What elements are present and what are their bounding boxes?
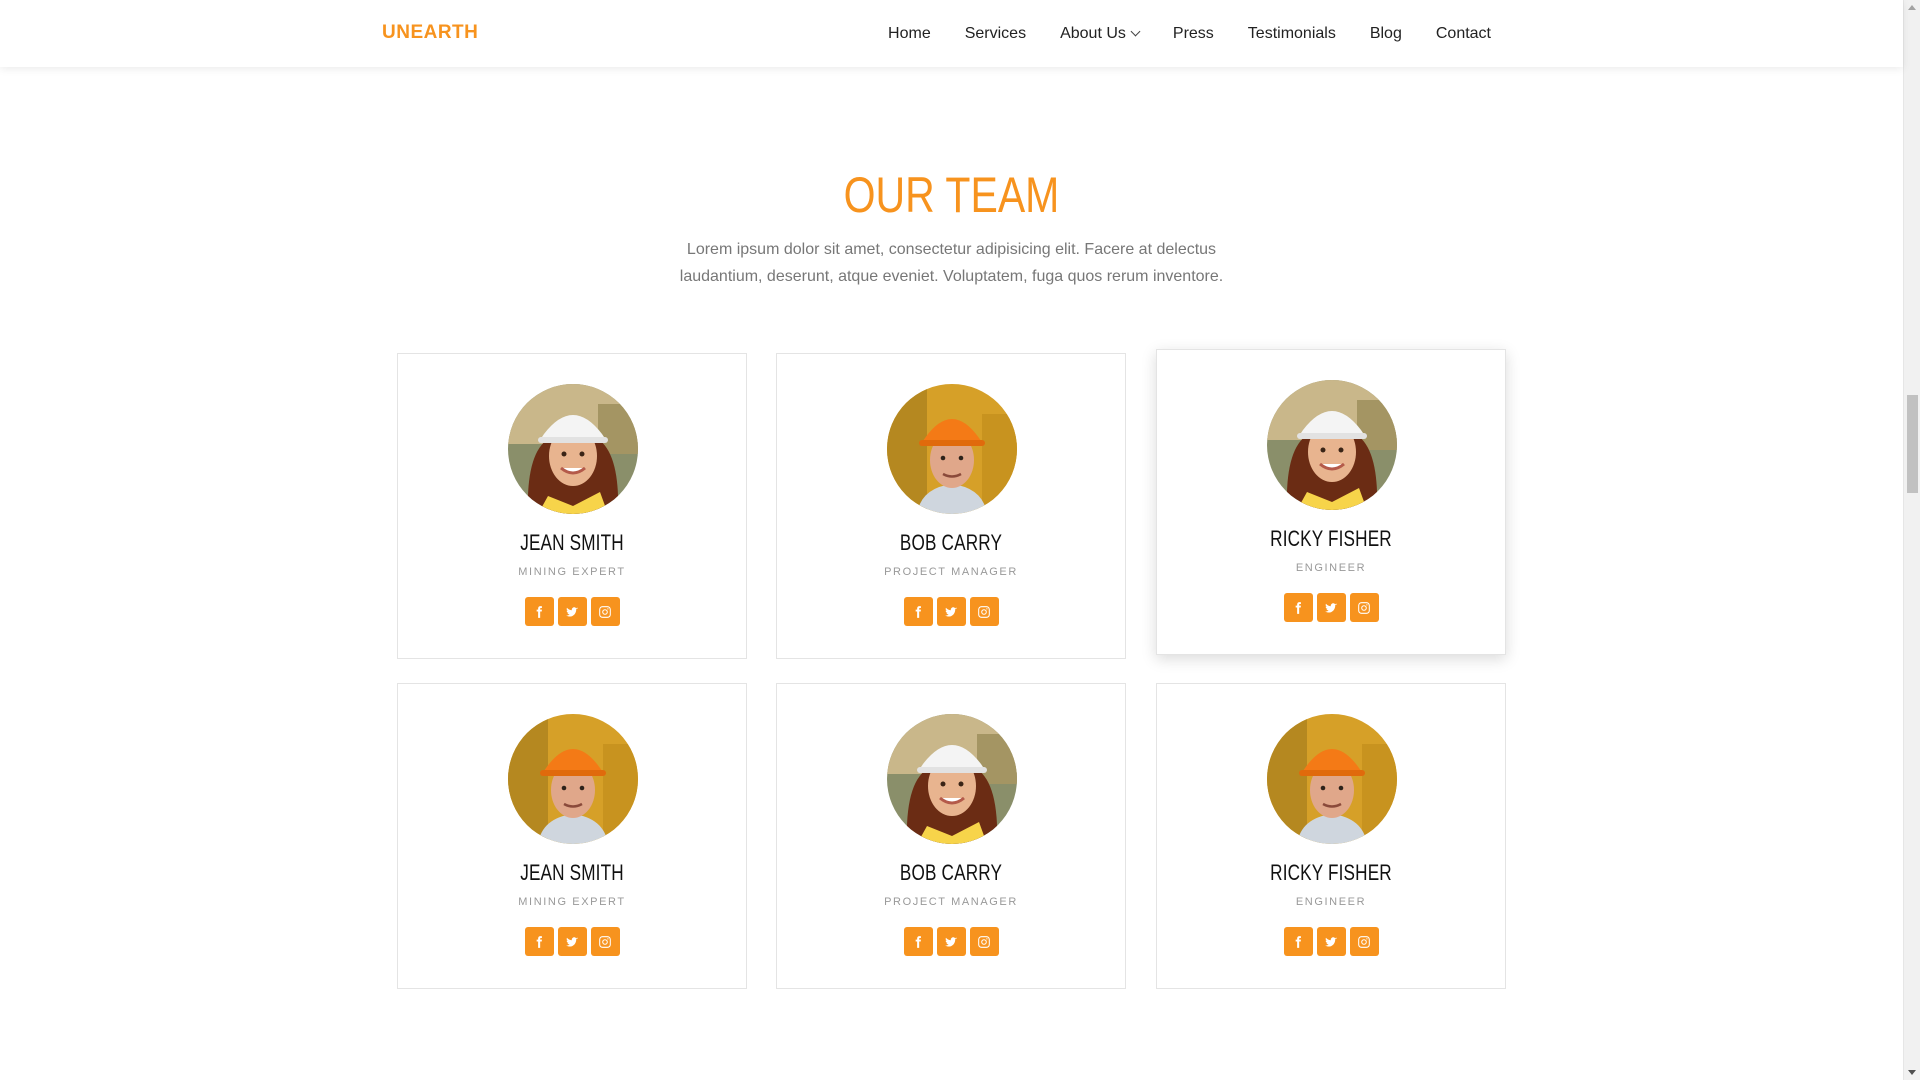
facebook-button[interactable]: [903, 927, 933, 956]
scrollbar[interactable]: [1903, 0, 1920, 1080]
nav-press[interactable]: Press: [1173, 25, 1214, 43]
instagram-button[interactable]: [969, 927, 999, 956]
facebook-button[interactable]: [1283, 927, 1313, 956]
nav-press-label: Press: [1172, 24, 1214, 42]
scroll-thumb[interactable]: [1907, 395, 1918, 493]
main-nav: Home Services About Us Press Testimonial…: [888, 0, 1491, 67]
twitter-icon: [1324, 935, 1338, 949]
facebook-icon: [911, 605, 925, 619]
facebook-icon: [1291, 935, 1305, 949]
member-name: RICKY FISHER: [1270, 860, 1392, 885]
member-role: PROJECT MANAGER: [884, 896, 1018, 908]
twitter-button[interactable]: [936, 927, 966, 956]
twitter-button[interactable]: [936, 597, 966, 626]
member-photo: [1267, 380, 1397, 510]
member-name: BOB CARRY: [899, 860, 1003, 885]
facebook-icon: [532, 605, 546, 619]
member-role: MINING EXPERT: [518, 566, 626, 578]
facebook-icon: [1291, 601, 1305, 615]
instagram-button[interactable]: [1349, 927, 1379, 956]
nav-testimonials[interactable]: Testimonials: [1248, 25, 1336, 43]
member-photo: [508, 714, 638, 844]
social-links: [777, 927, 1125, 956]
twitter-icon: [1324, 601, 1338, 615]
team-member-card: JEAN SMITH MINING EXPERT: [397, 353, 747, 659]
team-member-card: JEAN SMITH MINING EXPERT: [397, 683, 747, 989]
nav-home[interactable]: Home: [888, 25, 931, 43]
social-links: [777, 597, 1125, 626]
member-photo: [887, 384, 1017, 514]
instagram-icon: [977, 935, 991, 949]
member-role: PROJECT MANAGER: [884, 566, 1018, 578]
instagram-button[interactable]: [969, 597, 999, 626]
member-role: ENGINEER: [1295, 562, 1367, 574]
chevron-down-icon: [1130, 26, 1141, 37]
instagram-button[interactable]: [590, 597, 620, 626]
instagram-button[interactable]: [590, 927, 620, 956]
facebook-icon: [911, 935, 925, 949]
instagram-icon: [598, 935, 612, 949]
social-links: [1157, 593, 1505, 622]
twitter-icon: [565, 605, 579, 619]
social-links: [398, 597, 746, 626]
nav-testimonials-label: Testimonials: [1247, 24, 1336, 42]
instagram-icon: [1357, 601, 1371, 615]
instagram-icon: [977, 605, 991, 619]
member-photo: [1267, 714, 1397, 844]
twitter-icon: [944, 605, 958, 619]
member-role: ENGINEER: [1295, 896, 1367, 908]
instagram-button[interactable]: [1349, 593, 1379, 622]
member-name: JEAN SMITH: [520, 530, 624, 555]
navbar: UNEARTH Home Services About Us Press Tes…: [0, 0, 1903, 67]
member-name: RICKY FISHER: [1270, 526, 1392, 551]
nav-blog-label: Blog: [1369, 24, 1402, 42]
facebook-button[interactable]: [524, 597, 554, 626]
social-links: [398, 927, 746, 956]
brand-logo[interactable]: UNEARTH: [382, 22, 478, 44]
section-title: OUR TEAM: [843, 167, 1060, 223]
nav-services[interactable]: Services: [965, 25, 1026, 43]
nav-about-us-label: About Us: [1060, 24, 1126, 42]
nav-contact-label: Contact: [1435, 24, 1491, 42]
twitter-button[interactable]: [1316, 593, 1346, 622]
member-role: MINING EXPERT: [518, 896, 626, 908]
facebook-button[interactable]: [524, 927, 554, 956]
section-description: Lorem ipsum dolor sit amet, consectetur …: [679, 241, 1224, 285]
twitter-icon: [944, 935, 958, 949]
member-photo: [887, 714, 1017, 844]
facebook-button[interactable]: [1283, 593, 1313, 622]
nav-about-us[interactable]: About Us: [1060, 24, 1141, 43]
scroll-down-arrow-icon[interactable]: [1908, 1070, 1916, 1075]
team-member-card: RICKY FISHER ENGINEER: [1156, 349, 1506, 655]
member-name: BOB CARRY: [899, 530, 1003, 555]
scroll-up-arrow-icon[interactable]: [1908, 5, 1916, 10]
twitter-button[interactable]: [1316, 927, 1346, 956]
social-links: [1157, 927, 1505, 956]
nav-services-label: Services: [964, 24, 1027, 42]
nav-home-label: Home: [888, 24, 931, 42]
team-member-card: BOB CARRY PROJECT MANAGER: [776, 683, 1126, 989]
instagram-icon: [598, 605, 612, 619]
member-name: JEAN SMITH: [520, 860, 624, 885]
nav-blog[interactable]: Blog: [1370, 25, 1402, 43]
member-photo: [508, 384, 638, 514]
team-member-card: RICKY FISHER ENGINEER: [1156, 683, 1506, 989]
instagram-icon: [1357, 935, 1371, 949]
team-member-card: BOB CARRY PROJECT MANAGER: [776, 353, 1126, 659]
twitter-icon: [565, 935, 579, 949]
twitter-button[interactable]: [557, 927, 587, 956]
facebook-icon: [532, 935, 546, 949]
facebook-button[interactable]: [903, 597, 933, 626]
nav-contact[interactable]: Contact: [1436, 25, 1491, 43]
twitter-button[interactable]: [557, 597, 587, 626]
